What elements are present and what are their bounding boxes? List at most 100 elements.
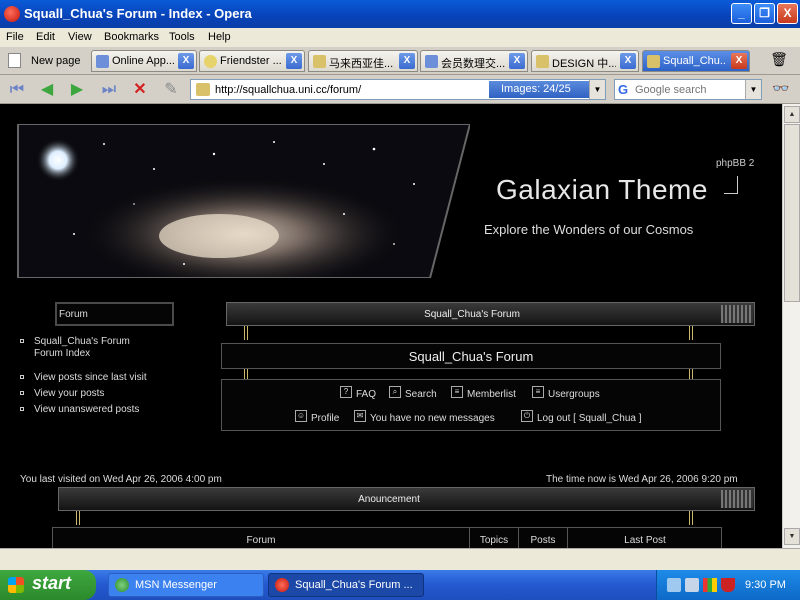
column-posts: Posts [530,535,556,546]
new-page-label: New page [31,55,81,67]
back-icon[interactable]: ◀ [36,80,58,100]
galaxy-image [17,124,470,278]
sidebar-link-label[interactable]: Squall_Chua's Forum Forum Index [34,336,144,360]
grip-icon [721,490,753,508]
windows-logo-icon [8,577,24,593]
sidebar-title-box: Forum [55,302,174,326]
theme-tagline: Explore the Wonders of our Cosmos [484,222,694,237]
close-tab-icon[interactable]: X [731,53,747,69]
trash-icon[interactable]: 🗑 [764,51,794,71]
pillar-decoration [689,511,693,525]
scroll-down-icon[interactable]: ▼ [784,528,800,545]
current-time-text: The time now is Wed Apr 26, 2006 9:20 pm [546,474,738,485]
edit-icon[interactable]: ✎ [160,80,182,100]
menu-file[interactable]: File [6,31,24,43]
usergroups-icon: ≡ [532,386,544,398]
system-tray: 9:30 PM [656,570,800,600]
galaxy-banner [14,124,470,278]
task-opera-forum[interactable]: Squall_Chua's Forum ... [268,573,424,597]
close-tab-icon[interactable]: X [399,53,415,69]
grip-icon [721,305,753,323]
column-topics: Topics [479,535,509,546]
page-icon [96,55,109,68]
new-page-button[interactable]: New page [4,51,88,71]
color-icon[interactable] [703,578,717,592]
sidebar-link-label[interactable]: View unanswered posts [34,404,139,415]
menu-view[interactable]: View [68,31,92,43]
shield-icon[interactable] [721,578,735,592]
clock[interactable]: 9:30 PM [745,579,786,591]
profile-icon: ☺ [295,410,307,422]
scroll-up-icon[interactable]: ▲ [784,106,800,123]
bullet-icon [20,391,24,395]
status-strip [0,548,800,570]
menu-bookmarks[interactable]: Bookmarks [104,31,159,43]
messages-icon: ✉ [354,410,366,422]
minimize-button[interactable]: _ [731,3,752,24]
bullet-icon [20,407,24,411]
tab-malaysia[interactable]: 马来西亚佳... X [308,50,418,72]
menu-help[interactable]: Help [208,31,231,43]
window-title-bar[interactable]: Squall_Chua's Forum - Index - Opera _ ❐ … [0,0,800,28]
close-tab-icon[interactable]: X [286,53,302,69]
start-label: start [32,573,72,593]
messages-link[interactable]: You have no new messages [370,413,495,424]
sidebar-link-label[interactable]: View posts since last visit [34,372,147,383]
network-icon[interactable] [667,578,681,592]
fast-forward-icon[interactable]: ⏭ [98,80,120,100]
menu-tools[interactable]: Tools [169,31,195,43]
tab-friendster[interactable]: Friendster ... X [199,50,305,72]
close-button[interactable]: X [777,3,798,24]
search-link[interactable]: Search [405,389,437,400]
page-icon [647,55,660,68]
announcement-bar: Anouncement [58,487,755,511]
close-tab-icon[interactable]: X [509,53,525,69]
usergroups-link[interactable]: Usergroups [548,389,600,400]
search-icon: ⌕ [389,386,401,398]
chevron-down-icon[interactable]: ▼ [745,80,761,99]
url-text: http://squallchua.uni.cc/forum/ [215,84,362,96]
menu-edit[interactable]: Edit [36,31,55,43]
close-tab-icon[interactable]: X [620,53,636,69]
maximize-button[interactable]: ❐ [754,3,775,24]
tab-squall-forum[interactable]: Squall_Chu... X [642,50,750,72]
search-input[interactable] [635,82,741,97]
memberlist-link[interactable]: Memberlist [467,389,516,400]
page-viewport[interactable]: phpBB 2 Galaxian Theme Explore the Wonde… [0,104,782,548]
forward-icon[interactable]: ▶ [66,80,88,100]
page-icon [313,55,326,68]
msn-icon [115,578,129,592]
chevron-down-icon[interactable]: ▼ [589,80,605,99]
faq-icon: ? [340,386,352,398]
sidebar-link-label[interactable]: View your posts [34,388,104,399]
profile-link[interactable]: Profile [311,413,339,424]
forum-bar-title: Squall_Chua's Forum [424,309,520,320]
address-field[interactable]: http://squallchua.uni.cc/forum/ Images: … [190,79,606,100]
close-tab-icon[interactable]: X [178,53,194,69]
tab-label: 马来西亚佳... [329,58,394,70]
logout-link[interactable]: Log out [ Squall_Chua ] [537,413,642,424]
forum-name[interactable]: Squall_Chua's Forum [222,349,720,364]
faq-link[interactable]: FAQ [356,389,376,400]
display-icon[interactable] [685,578,699,592]
sidebar-title: Forum [59,309,88,320]
navigation-bar: ⏮ ◀ ▶ ⏭ ✕ ✎ http://squallchua.uni.cc/for… [0,75,800,104]
memberlist-icon: ≡ [451,386,463,398]
google-search-box[interactable]: G ▼ [614,79,762,100]
vertical-scrollbar[interactable]: ▲ ▼ [782,104,800,548]
smiley-icon [204,55,217,68]
tab-member[interactable]: 会员数理交... X [420,50,528,72]
glasses-icon[interactable]: 👓 [768,80,794,100]
rewind-icon[interactable]: ⏮ [6,80,28,100]
pillar-decoration [76,511,80,525]
stop-icon[interactable]: ✕ [129,80,151,100]
column-forum: Forum [246,535,276,546]
start-button[interactable]: start [0,570,96,600]
task-msn-messenger[interactable]: MSN Messenger [108,573,264,597]
opera-icon [275,578,289,592]
scroll-thumb[interactable] [784,124,800,302]
google-icon: G [618,82,629,97]
pillar-decoration [689,326,693,340]
tab-design[interactable]: DESIGN 中... X [531,50,639,72]
tab-online-app[interactable]: Online App... X [91,50,197,72]
